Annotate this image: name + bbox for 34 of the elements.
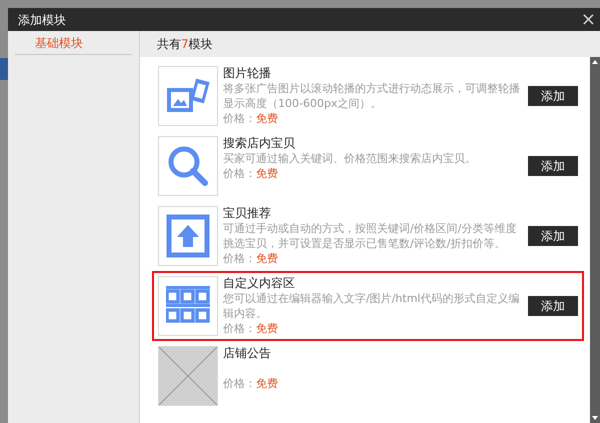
price-label: 价格： xyxy=(223,376,256,391)
price-value: 免费 xyxy=(256,251,278,266)
module-description: 您可以通过在编辑器输入文字/图片/html代码的形式自定义编辑内容。 xyxy=(223,291,520,321)
background-page-block xyxy=(0,58,8,80)
module-title: 店铺公告 xyxy=(223,346,272,361)
module-description: 可通过手动或自动的方式，按照关键词/价格区间/分类等维度挑选宝贝，并可设置是否显示已售笔数/评论数/折扣价等。 xyxy=(223,221,518,251)
scroll-down-icon[interactable] xyxy=(592,416,598,420)
scroll-up-icon[interactable] xyxy=(592,60,598,64)
add-button[interactable]: 添加 xyxy=(528,156,578,176)
price-value: 免费 xyxy=(256,166,278,181)
scrollbar[interactable] xyxy=(590,57,600,423)
module-title: 自定义内容区 xyxy=(223,276,296,291)
add-button[interactable]: 添加 xyxy=(528,86,578,106)
price-value: 免费 xyxy=(256,111,278,126)
price-value: 免费 xyxy=(256,321,278,336)
add-button[interactable]: 添加 xyxy=(528,226,578,246)
add-button[interactable]: 添加 xyxy=(528,296,578,316)
module-title: 宝贝推荐 xyxy=(223,206,272,221)
module-count: 共有7模块 xyxy=(157,36,213,53)
photos-icon xyxy=(165,78,211,114)
price-label: 价格： xyxy=(223,321,256,336)
image-placeholder-icon xyxy=(159,347,217,405)
module-description: 将多张广告图片以滚动轮播的方式进行动态展示，可调整轮播显示高度（100-600px之间）。 xyxy=(223,81,521,111)
module-title: 图片轮播 xyxy=(223,66,272,81)
price-label: 价格： xyxy=(223,111,256,126)
close-button[interactable]: × xyxy=(580,10,596,28)
module-title: 搜索店内宝贝 xyxy=(223,136,296,151)
module-description: 买家可通过输入关键词、价格范围来搜索店内宝贝。 xyxy=(223,151,477,166)
search-icon xyxy=(166,144,210,188)
price-label: 价格： xyxy=(223,251,256,266)
price-value: 免费 xyxy=(256,376,278,391)
price-label: 价格： xyxy=(223,166,256,181)
dialog-title: 添加模块 xyxy=(18,12,66,28)
grid-layout-icon xyxy=(166,286,210,326)
